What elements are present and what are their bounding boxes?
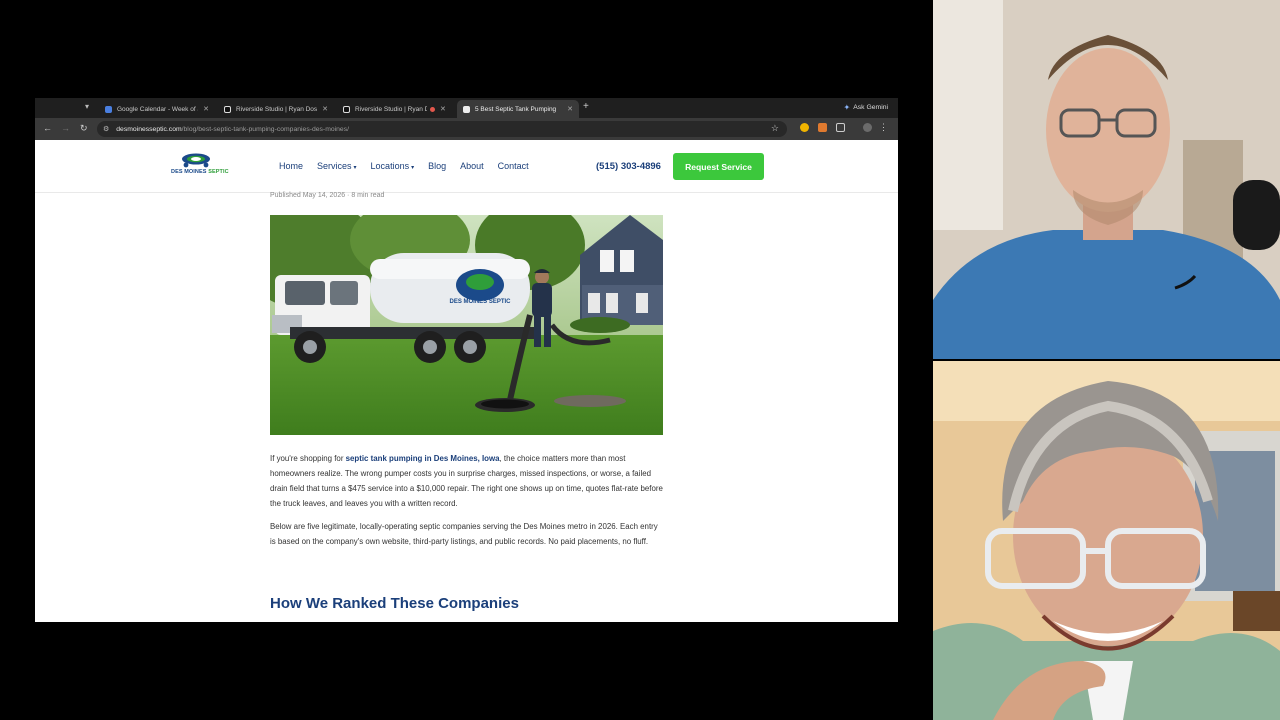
truck-logo-text: DES MOINES SEPTIC xyxy=(449,299,511,305)
tab-title: 5 Best Septic Tank Pumping xyxy=(475,105,557,113)
intro-paragraph: If you're shopping for septic tank pumpi… xyxy=(270,454,663,508)
tab-title: Riverside Studio | Ryan D xyxy=(355,105,427,113)
nav-blog[interactable]: Blog xyxy=(428,161,446,171)
forward-icon[interactable]: → xyxy=(61,123,70,133)
chevron-down-icon: ▾ xyxy=(411,165,415,171)
profile-avatar-icon[interactable] xyxy=(863,123,872,132)
site-info-icon[interactable]: ⚙ xyxy=(103,125,109,133)
reload-icon[interactable]: ↻ xyxy=(80,123,88,134)
tab-strip: ▾ Google Calendar - Week of J ✕ Riversid… xyxy=(35,98,898,118)
hero-image: DES MOINES SEPTIC xyxy=(270,215,663,435)
recording-indicator-icon xyxy=(430,106,435,112)
tab-riverside-1[interactable]: Riverside Studio | Ryan Dosw ✕ xyxy=(218,100,334,118)
site-logo[interactable]: DES MOINES SEPTIC xyxy=(171,152,229,180)
tab-search-icon[interactable]: ▾ xyxy=(85,102,89,111)
url-domain: desmoinesseptic.com xyxy=(116,125,182,133)
new-tab-button[interactable]: + xyxy=(583,101,589,112)
browser-menu-icon[interactable]: ⋮ xyxy=(879,122,888,133)
browser-window: ▾ Google Calendar - Week of J ✕ Riversid… xyxy=(35,98,898,622)
site-header: DES MOINES SEPTIC Home Services ▾ Locatio… xyxy=(35,140,898,193)
tab-septic-article[interactable]: 5 Best Septic Tank Pumping ✕ xyxy=(457,100,579,118)
webcam-feed-top xyxy=(933,0,1280,359)
gemini-spark-icon: ✦ xyxy=(843,103,851,112)
nav-about[interactable]: About xyxy=(460,161,484,171)
web-page: DES MOINES SEPTIC Home Services ▾ Locatio… xyxy=(35,140,898,622)
logo-text: DES MOINES SEPTIC xyxy=(171,169,229,175)
close-tab-icon[interactable]: ✕ xyxy=(567,105,573,113)
close-tab-icon[interactable]: ✕ xyxy=(322,105,328,113)
main-navigation: Home Services ▾ Locations ▾ Blog About Con… xyxy=(279,161,543,171)
ask-gemini-button[interactable]: ✦ Ask Gemini xyxy=(844,103,888,112)
septic-pumping-link[interactable]: septic tank pumping in Des Moines, Iowa xyxy=(346,454,500,463)
extension-icon[interactable] xyxy=(818,123,827,132)
tab-title: Riverside Studio | Ryan Dosw xyxy=(236,105,318,113)
screen-recording-stage: ▾ Google Calendar - Week of J ✕ Riversid… xyxy=(0,0,1280,720)
nav-services[interactable]: Services ▾ xyxy=(317,161,357,171)
article-body: If you're shopping for septic tank pumpi… xyxy=(270,451,665,557)
address-bar[interactable]: ⚙ desmoinesseptic.com /blog/best-septic-… xyxy=(97,121,787,137)
close-tab-icon[interactable]: ✕ xyxy=(440,105,446,113)
ask-gemini-label: Ask Gemini xyxy=(853,104,888,111)
phone-link[interactable]: (515) 303-4896 xyxy=(596,161,661,172)
tab-riverside-2[interactable]: Riverside Studio | Ryan D ✕ xyxy=(337,100,455,118)
page-favicon-icon xyxy=(463,105,470,113)
extensions-puzzle-icon[interactable] xyxy=(836,123,845,132)
nav-locations[interactable]: Locations ▾ xyxy=(371,161,415,171)
riverside-favicon-icon xyxy=(343,105,350,113)
section-heading: How We Ranked These Companies xyxy=(270,595,519,612)
close-tab-icon[interactable]: ✕ xyxy=(203,105,209,113)
browser-toolbar: ← → ↻ ⚙ desmoinesseptic.com /blog/best-s… xyxy=(35,118,898,140)
tab-google-calendar[interactable]: Google Calendar - Week of J ✕ xyxy=(99,100,215,118)
extension-icon[interactable] xyxy=(800,123,809,132)
nav-contact[interactable]: Contact xyxy=(498,161,529,171)
publish-meta: Published May 14, 2026 · 8 min read xyxy=(270,192,385,199)
logo-truck-icon xyxy=(182,153,210,168)
url-path: /blog/best-septic-tank-pumping-companies… xyxy=(181,125,349,133)
tab-title: Google Calendar - Week of J xyxy=(117,105,199,113)
chevron-down-icon: ▾ xyxy=(353,165,357,171)
bookmark-star-icon[interactable]: ☆ xyxy=(771,123,779,134)
calendar-favicon-icon xyxy=(105,105,112,113)
nav-home[interactable]: Home xyxy=(279,161,303,171)
request-service-button[interactable]: Request Service xyxy=(673,153,764,180)
back-icon[interactable]: ← xyxy=(43,123,52,133)
riverside-favicon-icon xyxy=(224,105,231,113)
second-paragraph: Below are five legitimate, locally-opera… xyxy=(270,522,658,546)
webcam-feed-bottom xyxy=(933,361,1280,720)
